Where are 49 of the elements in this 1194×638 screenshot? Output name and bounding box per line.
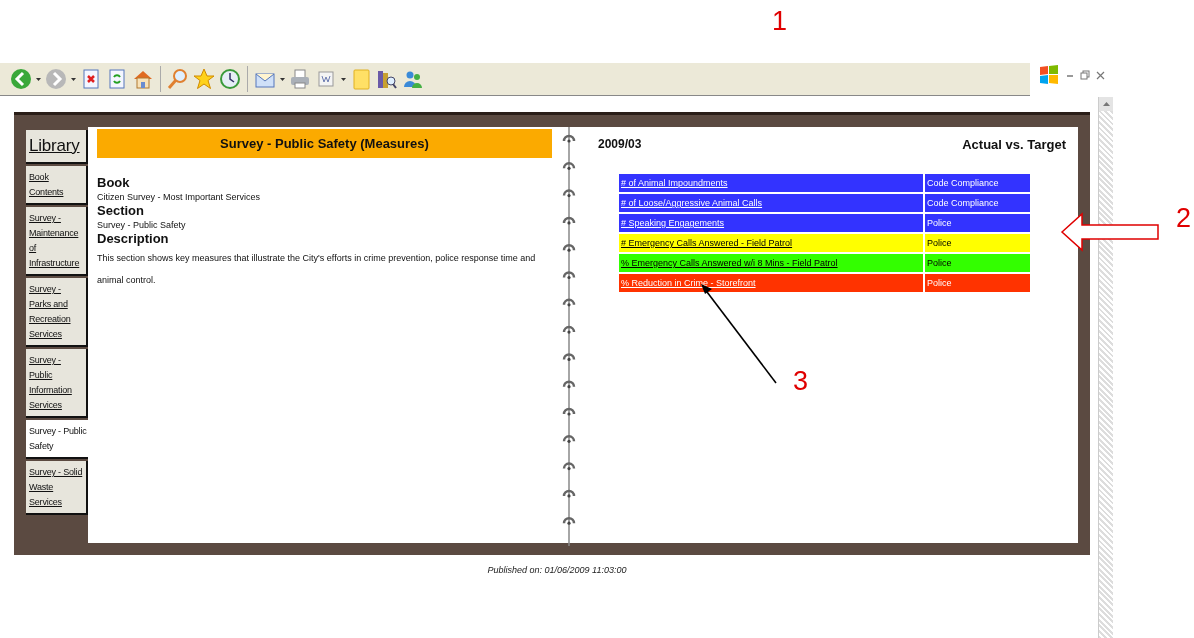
period-label: 2009/03 [598, 137, 642, 152]
detail-text: Citizen Survey - Most Important Services [97, 191, 262, 203]
department-cell: Police [925, 214, 1030, 232]
star-icon[interactable] [193, 68, 215, 90]
department-cell: Code Compliance [925, 194, 1030, 212]
dropdown-caret-icon[interactable] [280, 77, 285, 81]
callout-number: 1 [772, 8, 788, 35]
measure-cell[interactable]: % Emergency Calls Answered w/i 8 Mins - Field Patrol [619, 254, 923, 272]
measure-cell[interactable]: % Reduction in Crime - Storefront [619, 274, 923, 292]
stop-icon[interactable] [80, 68, 102, 90]
scrollbar[interactable] [1098, 97, 1113, 638]
library-tab[interactable]: Survey - Public Information Services [26, 349, 88, 418]
department-cell: Police [925, 274, 1030, 292]
home-icon[interactable] [132, 68, 154, 90]
library-tab[interactable]: Survey - Solid Waste Services [26, 461, 88, 515]
detail-text: This section shows key measures that illustrate the City's efforts in crime prevention, police response time and animal control. [97, 252, 537, 287]
measure-cell[interactable]: # Emergency Calls Answered - Field Patrol [619, 234, 923, 252]
windows-logo-icon[interactable] [1038, 64, 1060, 86]
library-tab[interactable]: Survey - Parks and Recreation Services [26, 278, 88, 347]
refresh-icon[interactable] [106, 68, 128, 90]
up-arrow-icon [1102, 102, 1110, 106]
published-date: Published on: 01/06/2009 11:03:00 [487, 565, 627, 575]
callout-number: 3 [793, 368, 809, 395]
scroll-up-button[interactable] [1099, 97, 1113, 111]
detail-heading: Section [97, 203, 145, 219]
restore-icon[interactable] [1080, 70, 1090, 80]
library-tab[interactable]: Survey - Maintenance of Infrastructure [26, 207, 88, 276]
detail-heading: Book [97, 175, 131, 191]
library-tab[interactable]: Survey - Public Safety [26, 420, 90, 459]
dropdown-caret-icon[interactable] [341, 77, 346, 81]
department-cell: Police [925, 254, 1030, 272]
close-icon[interactable] [1096, 70, 1105, 80]
search-icon[interactable] [167, 68, 189, 90]
measure-cell[interactable]: # of Loose/Aggressive Animal Calls [619, 194, 923, 212]
detail-text: Survey - Public Safety [97, 219, 187, 231]
department-cell: Code Compliance [925, 174, 1030, 192]
library-tab[interactable]: Book Contents [26, 166, 88, 205]
section-header: Survey - Public Safety (Measures) [97, 129, 552, 158]
library-title[interactable]: Library [26, 130, 88, 164]
view-title: Actual vs. Target [962, 137, 1066, 152]
detail-heading: Description [97, 231, 170, 247]
callout-number: 2 [1176, 205, 1192, 232]
department-cell: Police [925, 234, 1030, 252]
measure-cell[interactable]: # Speaking Engagements [619, 214, 923, 232]
dropdown-caret-icon[interactable] [71, 77, 76, 81]
dropdown-caret-icon[interactable] [36, 77, 41, 81]
books-icon[interactable] [376, 68, 398, 90]
history-icon[interactable] [219, 68, 241, 90]
measure-cell[interactable]: # of Animal Impoundments [619, 174, 923, 192]
